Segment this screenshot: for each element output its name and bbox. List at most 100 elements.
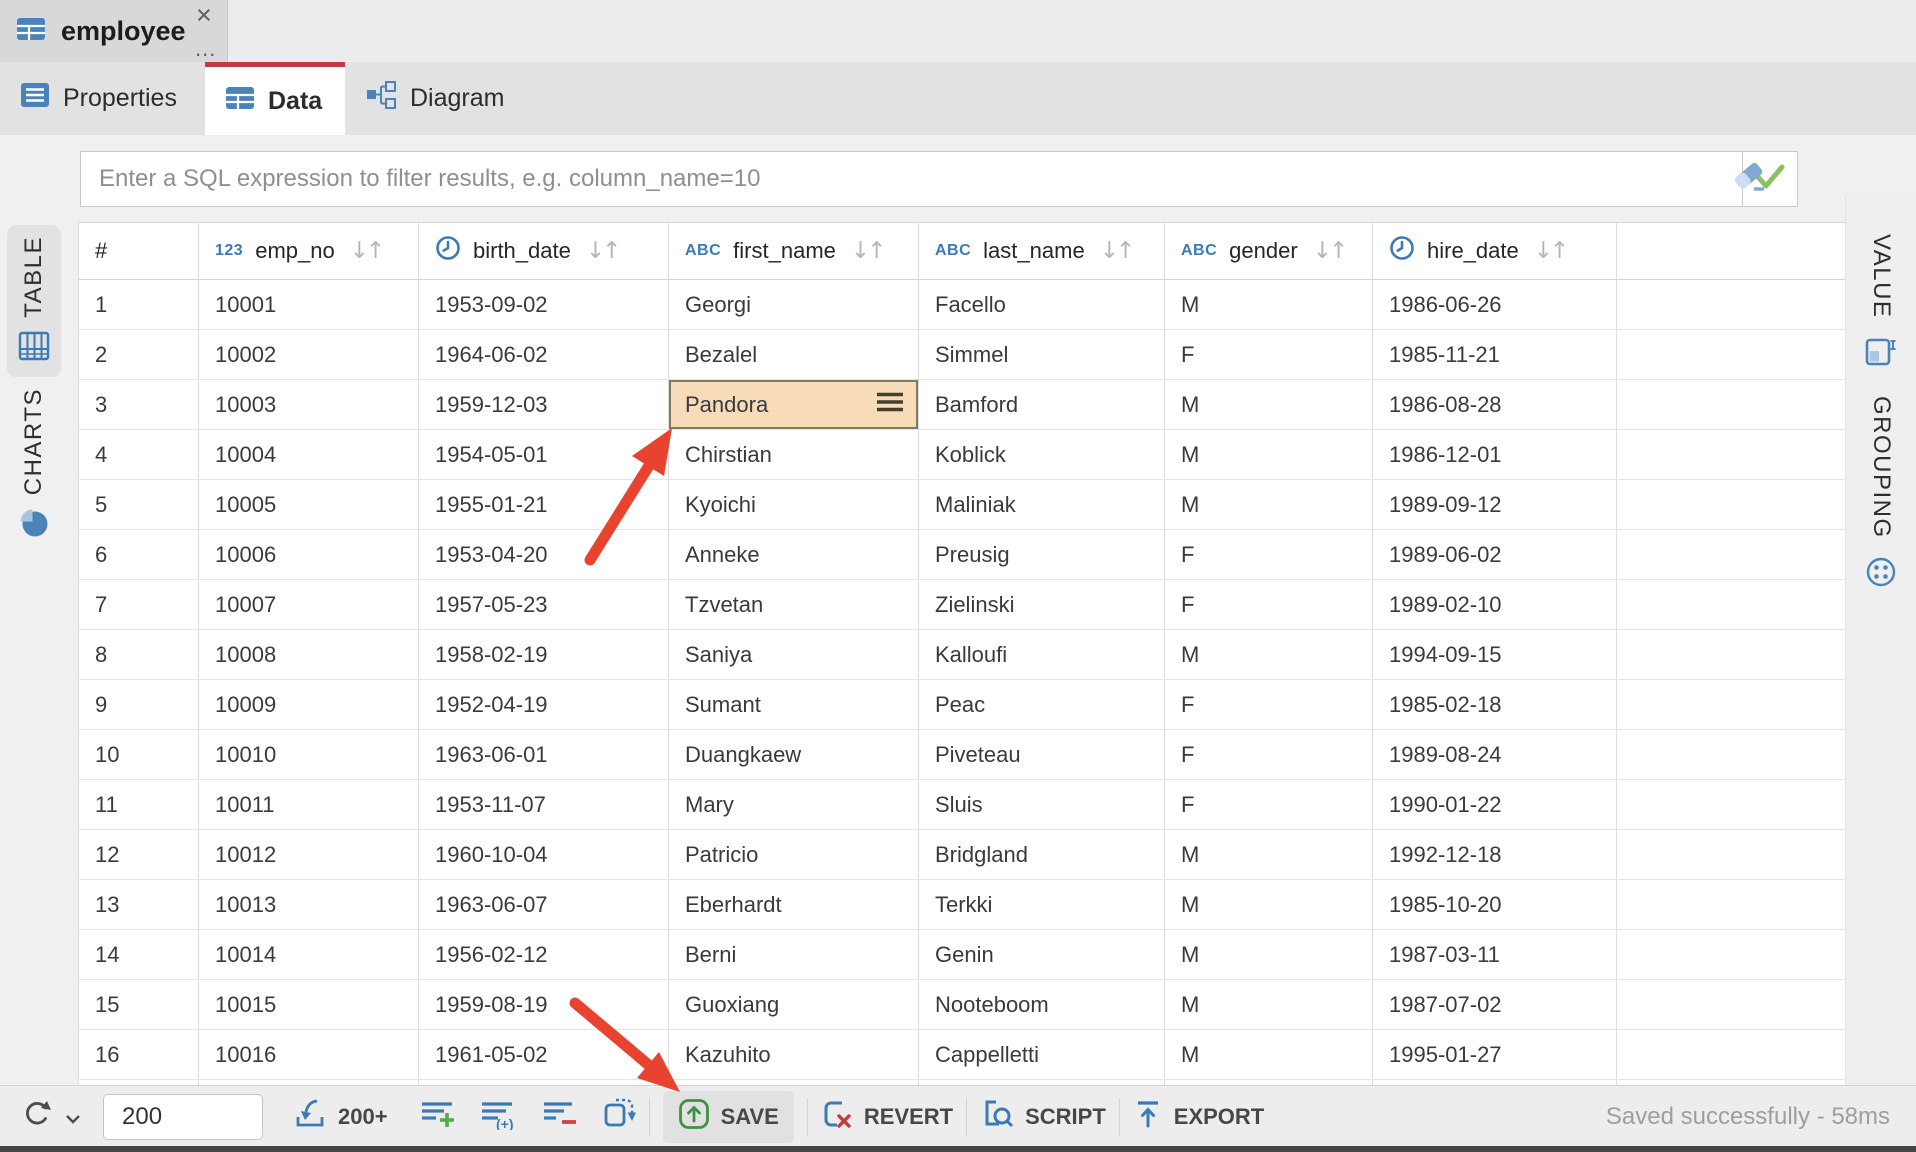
cell-hire_date[interactable]: 1985-11-21 xyxy=(1373,330,1617,379)
column-header-first_name[interactable]: ABCfirst_name↓↑ xyxy=(669,223,919,279)
row-number-cell[interactable]: 10 xyxy=(79,730,199,779)
cell-emp_no[interactable]: 10009 xyxy=(199,680,419,729)
cell-hire_date[interactable]: 1986-12-01 xyxy=(1373,430,1617,479)
cell-first_name[interactable]: Georgi xyxy=(669,280,919,329)
cell-hire_date[interactable]: 1989-06-02 xyxy=(1373,530,1617,579)
cell-first_name[interactable]: Anneke xyxy=(669,530,919,579)
cell-gender[interactable]: F xyxy=(1165,580,1373,629)
column-header-birth_date[interactable]: birth_date↓↑ xyxy=(419,223,669,279)
cell-last_name[interactable]: Zielinski xyxy=(919,580,1165,629)
cell-birth_date[interactable]: 1953-04-20 xyxy=(419,530,669,579)
cell-menu-icon[interactable] xyxy=(875,391,905,419)
cell-emp_no[interactable]: 10006 xyxy=(199,530,419,579)
cell-emp_no[interactable]: 10015 xyxy=(199,980,419,1029)
tab-employee[interactable]: employee xyxy=(0,0,228,62)
fetch-size-input[interactable] xyxy=(103,1094,263,1140)
cell-gender[interactable]: M xyxy=(1165,380,1373,429)
cell-hire_date[interactable]: 1990-01-22 xyxy=(1373,780,1617,829)
cell-last_name[interactable]: Terkki xyxy=(919,880,1165,929)
cell-emp_no[interactable]: 10007 xyxy=(199,580,419,629)
cell-first_name[interactable]: Patricio xyxy=(669,830,919,879)
refresh-button[interactable] xyxy=(20,1097,81,1137)
cell-first_name[interactable]: Chirstian xyxy=(669,430,919,479)
panel-tab-table[interactable]: TABLE xyxy=(7,225,61,377)
cell-gender[interactable]: F xyxy=(1165,780,1373,829)
cell-birth_date[interactable]: 1963-06-07 xyxy=(419,880,669,929)
cell-birth_date[interactable]: 1961-05-02 xyxy=(419,1030,669,1079)
cell-first_name[interactable]: Mary xyxy=(669,780,919,829)
row-number-cell[interactable]: 11 xyxy=(79,780,199,829)
delete-row-button[interactable] xyxy=(542,1098,578,1136)
cell-last_name[interactable]: Cappelletti xyxy=(919,1030,1165,1079)
row-number-cell[interactable]: 16 xyxy=(79,1030,199,1079)
cell-birth_date[interactable]: 1952-04-19 xyxy=(419,680,669,729)
cell-last_name[interactable]: Simmel xyxy=(919,330,1165,379)
row-number-cell[interactable]: 9 xyxy=(79,680,199,729)
cell-hire_date[interactable]: 1994-09-15 xyxy=(1373,630,1617,679)
cell-emp_no[interactable]: 10011 xyxy=(199,780,419,829)
cell-birth_date[interactable]: 1955-01-21 xyxy=(419,480,669,529)
cell-gender[interactable]: M xyxy=(1165,1030,1373,1079)
cell-gender[interactable]: M xyxy=(1165,430,1373,479)
revert-button[interactable]: REVERT xyxy=(821,1098,953,1136)
cell-last_name[interactable]: Bamford xyxy=(919,380,1165,429)
cell-birth_date[interactable]: 1956-02-12 xyxy=(419,930,669,979)
cell-first_name[interactable]: Tzvetan xyxy=(669,580,919,629)
cell-hire_date[interactable]: 1995-01-27 xyxy=(1373,1030,1617,1079)
cell-hire_date[interactable]: 1986-08-28 xyxy=(1373,380,1617,429)
cell-last_name[interactable]: Koblick xyxy=(919,430,1165,479)
cell-first_name[interactable]: Eberhardt xyxy=(669,880,919,929)
cell-birth_date[interactable]: 1960-10-04 xyxy=(419,830,669,879)
cell-birth_date[interactable]: 1959-12-03 xyxy=(419,380,669,429)
cell-hire_date[interactable]: 1986-06-26 xyxy=(1373,280,1617,329)
row-number-cell[interactable]: 1 xyxy=(79,280,199,329)
cell-hire_date[interactable]: 1987-03-11 xyxy=(1373,930,1617,979)
cell-last_name[interactable]: Sluis xyxy=(919,780,1165,829)
save-button[interactable]: SAVE xyxy=(663,1091,794,1143)
close-icon[interactable]: × xyxy=(196,2,212,29)
cell-emp_no[interactable]: 10013 xyxy=(199,880,419,929)
cell-emp_no[interactable]: 10002 xyxy=(199,330,419,379)
cell-hire_date[interactable]: 1985-10-20 xyxy=(1373,880,1617,929)
cell-gender[interactable]: M xyxy=(1165,480,1373,529)
sort-icon[interactable]: ↓↑ xyxy=(586,238,619,264)
cell-gender[interactable]: M xyxy=(1165,980,1373,1029)
row-number-cell[interactable]: 14 xyxy=(79,930,199,979)
cell-gender[interactable]: F xyxy=(1165,530,1373,579)
tab-overflow-icon[interactable]: ... xyxy=(195,38,216,60)
cell-first_name[interactable]: Duangkaew xyxy=(669,730,919,779)
cell-emp_no[interactable]: 10010 xyxy=(199,730,419,779)
cell-birth_date[interactable]: 1958-02-19 xyxy=(419,630,669,679)
column-header-gender[interactable]: ABCgender↓↑ xyxy=(1165,223,1373,279)
cell-emp_no[interactable]: 10014 xyxy=(199,930,419,979)
cell-last_name[interactable]: Piveteau xyxy=(919,730,1165,779)
column-header-emp_no[interactable]: 123emp_no↓↑ xyxy=(199,223,419,279)
cell-last_name[interactable]: Preusig xyxy=(919,530,1165,579)
cell-last_name[interactable]: Nooteboom xyxy=(919,980,1165,1029)
row-number-cell[interactable]: 5 xyxy=(79,480,199,529)
cell-gender[interactable]: M xyxy=(1165,930,1373,979)
sql-filter-input[interactable] xyxy=(81,152,1742,206)
row-number-cell[interactable]: 7 xyxy=(79,580,199,629)
tab-properties[interactable]: Properties xyxy=(0,62,205,135)
cell-birth_date[interactable]: 1953-09-02 xyxy=(419,280,669,329)
sort-icon[interactable]: ↓↑ xyxy=(851,238,884,264)
cell-birth_date[interactable]: 1957-05-23 xyxy=(419,580,669,629)
cell-hire_date[interactable]: 1987-07-02 xyxy=(1373,980,1617,1029)
cell-hire_date[interactable]: 1992-12-18 xyxy=(1373,830,1617,879)
highlighted-cell-first_name[interactable]: Pandora xyxy=(669,380,919,429)
cell-gender[interactable]: F xyxy=(1165,730,1373,779)
cell-first_name[interactable]: Sumant xyxy=(669,680,919,729)
cell-hire_date[interactable]: 1989-02-10 xyxy=(1373,580,1617,629)
cell-gender[interactable]: M xyxy=(1165,280,1373,329)
sort-icon[interactable]: ↓↑ xyxy=(1100,238,1133,264)
tab-data[interactable]: Data xyxy=(205,62,345,135)
panel-tab-charts[interactable]: CHARTS xyxy=(7,388,61,548)
cell-birth_date[interactable]: 1964-06-02 xyxy=(419,330,669,379)
generate-rows-button[interactable] xyxy=(602,1097,636,1137)
cell-last_name[interactable]: Maliniak xyxy=(919,480,1165,529)
cell-hire_date[interactable]: 1989-09-12 xyxy=(1373,480,1617,529)
cell-first_name[interactable]: Berni xyxy=(669,930,919,979)
fetch-more-button[interactable]: 200+ xyxy=(293,1098,388,1136)
sort-icon[interactable]: ↓↑ xyxy=(1313,238,1346,264)
